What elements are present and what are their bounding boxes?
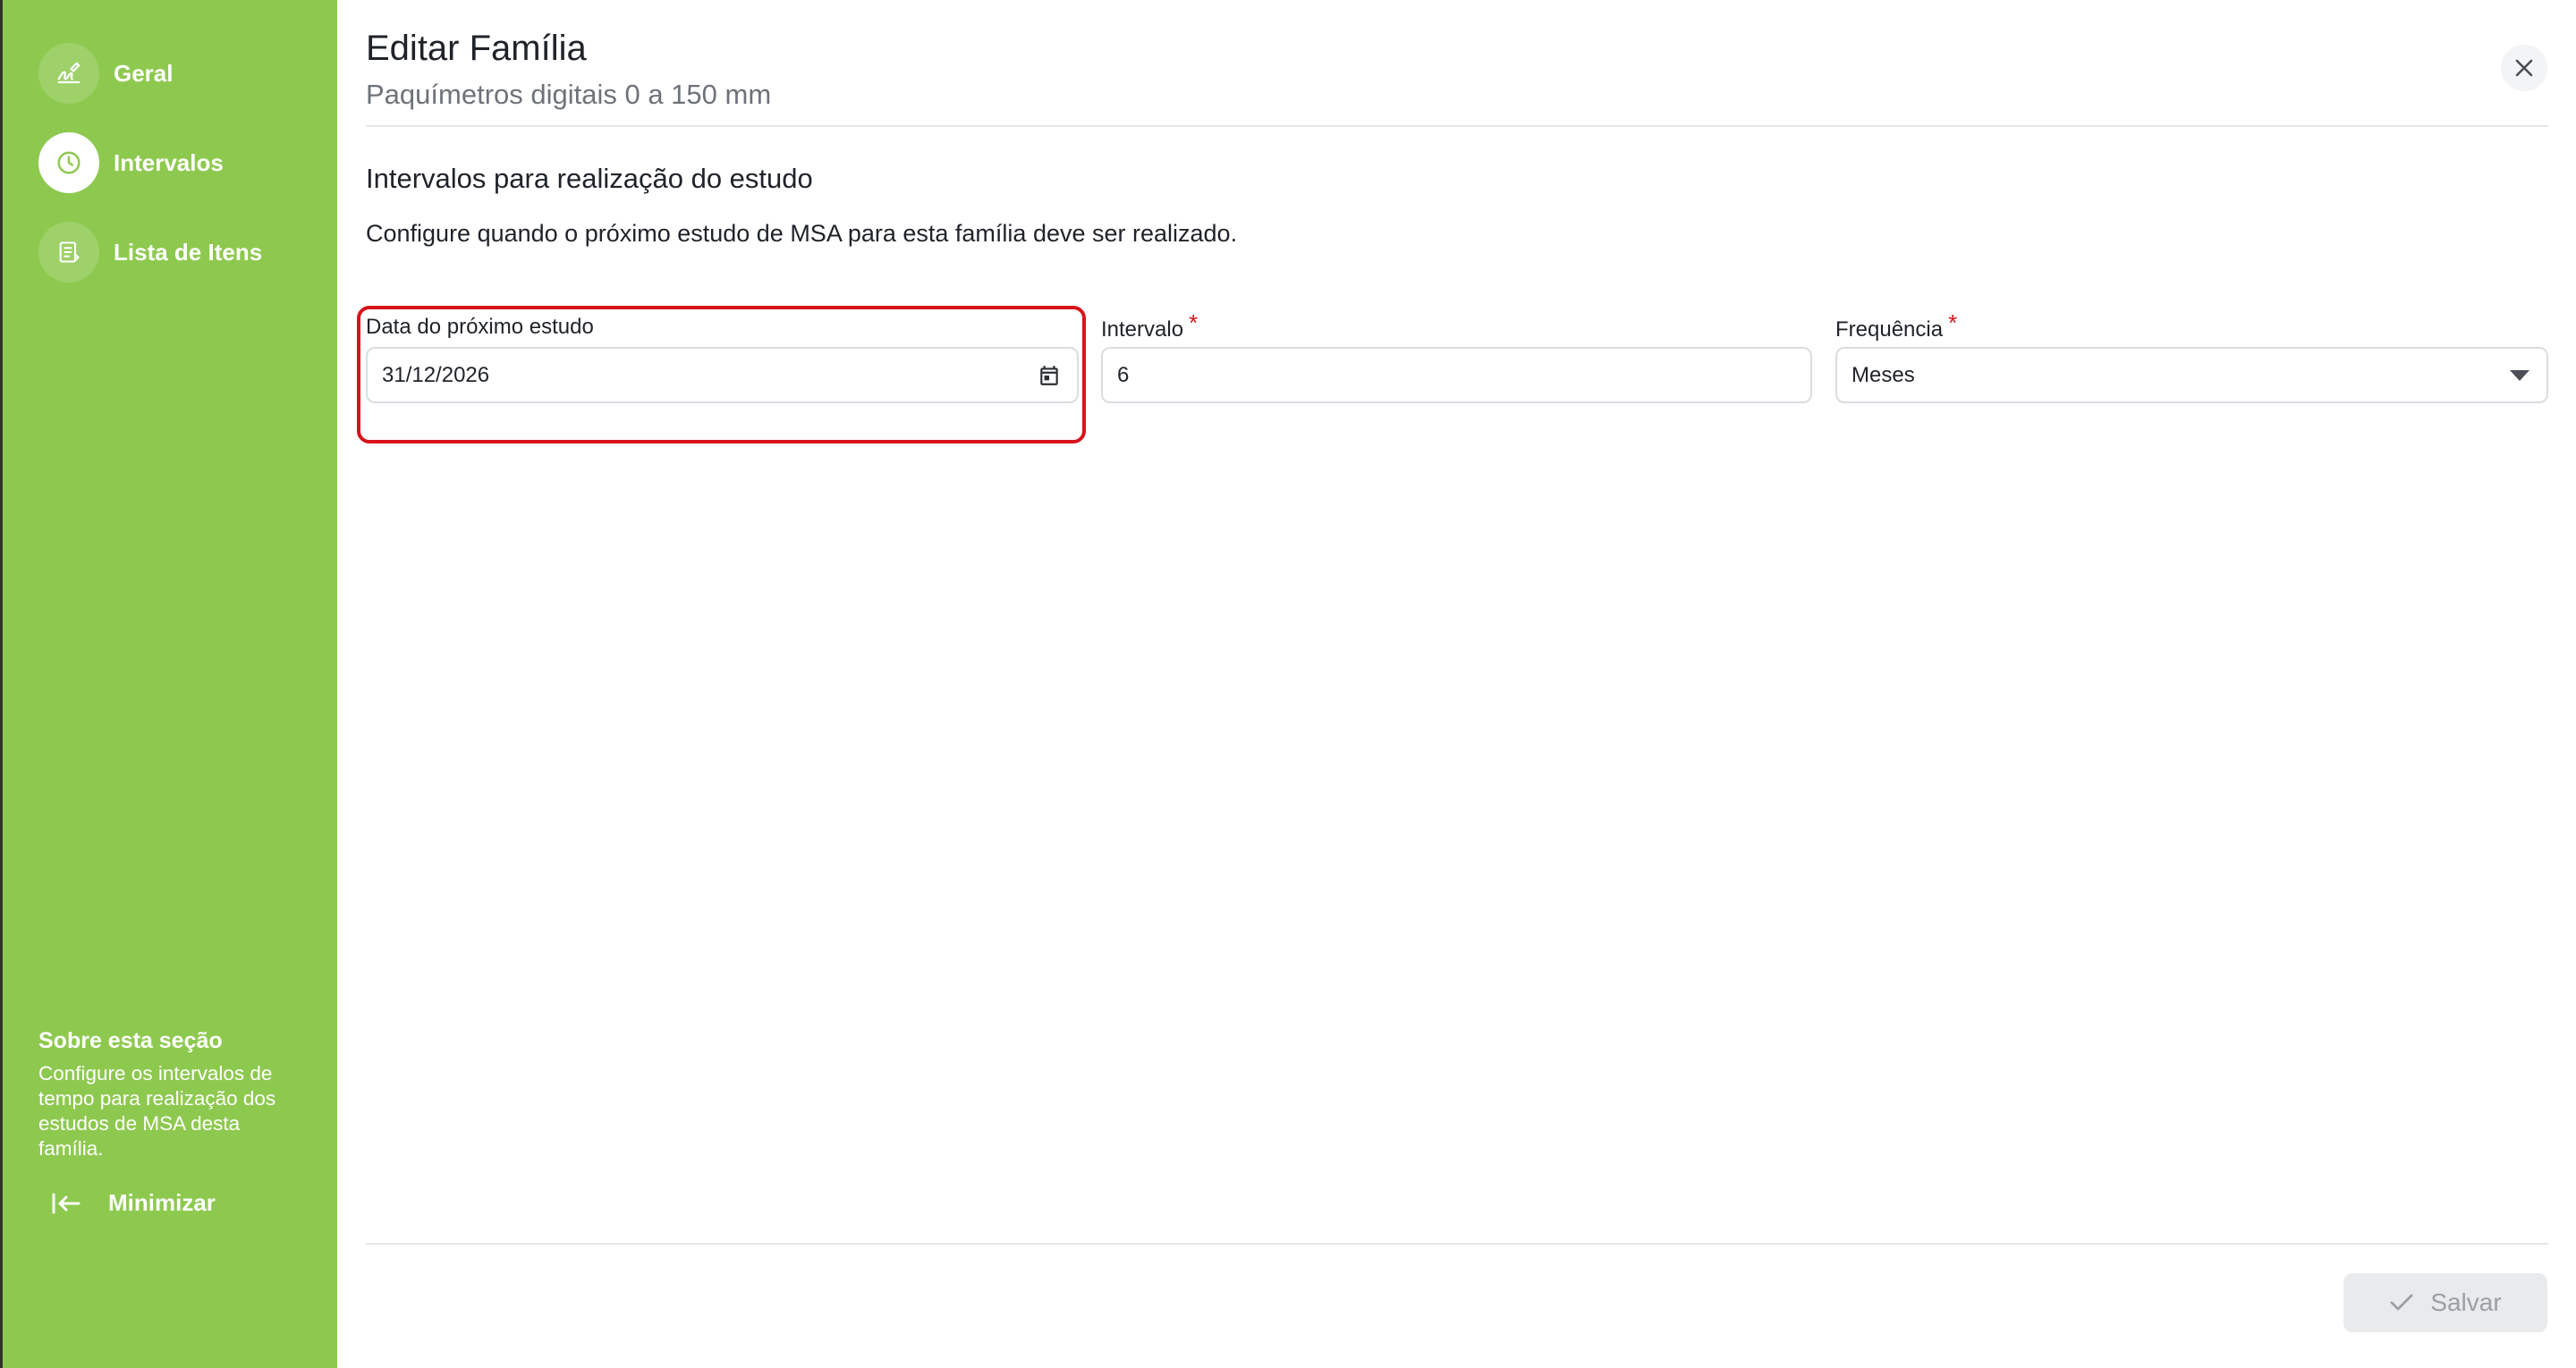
- signature-icon: [38, 43, 99, 104]
- about-text: Configure os intervalos de tempo para re…: [38, 1062, 276, 1160]
- save-label: Salvar: [2430, 1288, 2502, 1316]
- interval-value: 6: [1117, 362, 1130, 387]
- clock-icon: [38, 132, 99, 193]
- next-date-value: 31/12/2026: [382, 362, 490, 387]
- check-icon: [2389, 1293, 2414, 1313]
- about-section: Sobre esta seção Configure os intervalos…: [38, 1028, 307, 1161]
- frequency-label: Frequência *: [1835, 309, 1958, 342]
- frequency-select[interactable]: Meses: [1835, 347, 2548, 403]
- section-title: Intervalos para realização do estudo: [366, 163, 813, 194]
- collapse-left-icon: [51, 1192, 81, 1215]
- sidebar: Geral Intervalos Lista de Itens Sobre es…: [0, 0, 337, 1368]
- sidebar-item-label: Lista de Itens: [114, 238, 263, 266]
- next-date-label: Data do próximo estudo: [366, 315, 594, 339]
- section-description: Configure quando o próximo estudo de MSA…: [366, 220, 1238, 247]
- interval-input[interactable]: 6: [1101, 347, 1812, 403]
- close-icon: [2514, 58, 2534, 78]
- required-mark: *: [1189, 309, 1199, 336]
- list-icon: [38, 222, 99, 283]
- sidebar-item-lista-de-itens[interactable]: Lista de Itens: [38, 222, 262, 283]
- minimize-button[interactable]: Minimizar: [51, 1189, 216, 1217]
- footer-divider: [366, 1243, 2548, 1245]
- header-divider: [366, 125, 2548, 127]
- sidebar-item-label: Geral: [114, 59, 174, 87]
- sidebar-item-label: Intervalos: [114, 148, 224, 176]
- save-button[interactable]: Salvar: [2343, 1273, 2547, 1332]
- close-button[interactable]: [2501, 45, 2547, 91]
- interval-label: Intervalo *: [1101, 309, 1199, 342]
- page-title: Editar Família: [366, 29, 587, 68]
- required-mark: *: [1948, 309, 1958, 336]
- sidebar-item-intervalos[interactable]: Intervalos: [38, 132, 224, 193]
- page-subtitle: Paquímetros digitais 0 a 150 mm: [366, 79, 772, 110]
- next-date-input[interactable]: 31/12/2026: [366, 347, 1079, 403]
- calendar-icon[interactable]: [1038, 364, 1061, 387]
- about-title: Sobre esta seção: [38, 1028, 223, 1053]
- sidebar-item-geral[interactable]: Geral: [38, 43, 174, 104]
- chevron-down-icon: [2509, 369, 2530, 382]
- frequency-value: Meses: [1852, 362, 1915, 387]
- minimize-label: Minimizar: [108, 1189, 216, 1216]
